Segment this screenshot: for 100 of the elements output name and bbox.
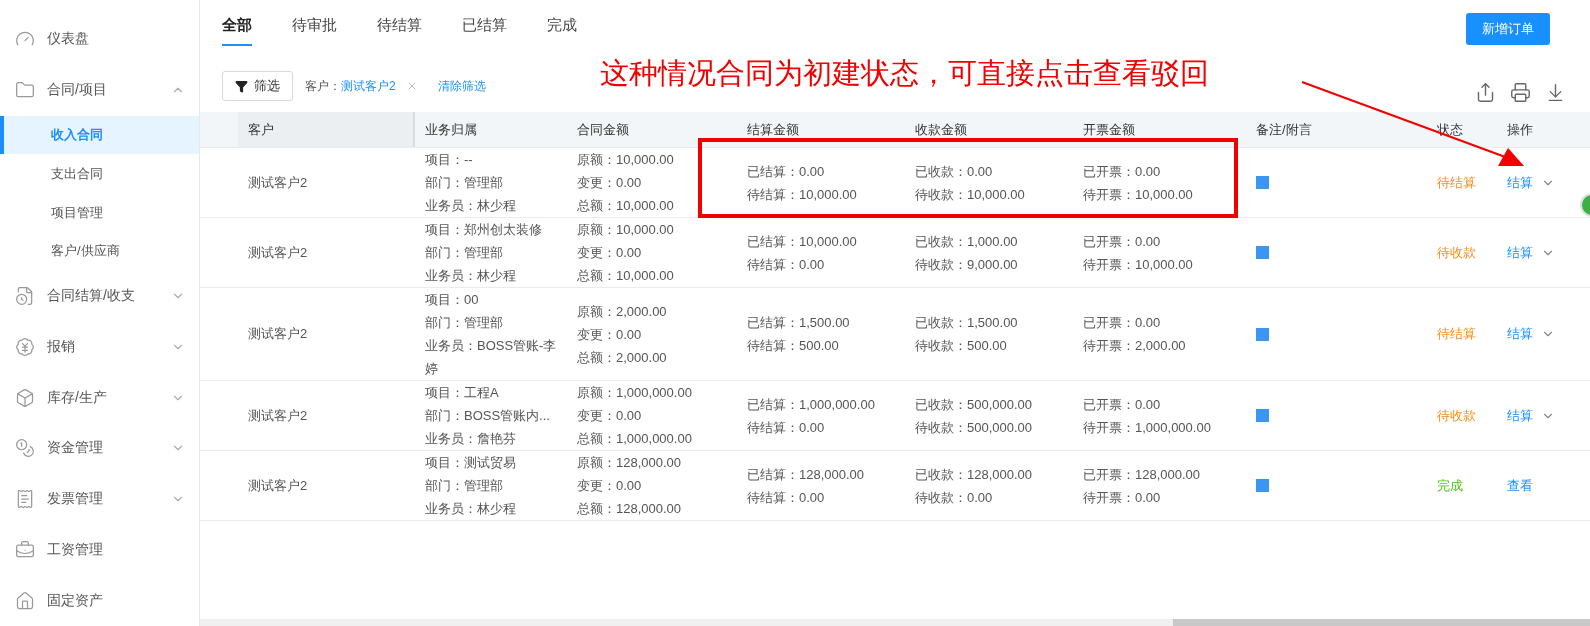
receipt-icon — [15, 489, 35, 510]
amount-line: 总额：10,000.00 — [577, 267, 675, 285]
settlement-line: 待结算：500.00 — [747, 337, 840, 355]
receipt-line: 待收款：9,000.00 — [915, 255, 1019, 274]
business-line: 业务员：BOSS管账-李婷 — [425, 337, 558, 378]
sidebar-item[interactable]: 固定资产 — [0, 575, 199, 626]
receipt-line: 待收款：500.00 — [915, 337, 1008, 355]
invoice-line: 待开票：10,000.00 — [1083, 255, 1194, 274]
settlement-line: 待结算：0.00 — [747, 488, 826, 507]
horizontal-scrollbar[interactable] — [200, 619, 1590, 626]
business-line: 业务员：林少程 — [425, 267, 517, 285]
tab[interactable]: 待审批 — [292, 12, 337, 46]
box-icon — [15, 387, 35, 408]
amount-line: 原额：2,000.00 — [577, 302, 668, 321]
print-icon[interactable] — [1510, 81, 1531, 103]
column-header: 合同金额 — [576, 120, 630, 139]
status-text: 待结算 — [1437, 325, 1477, 343]
sidebar-item[interactable]: 报销 — [0, 321, 199, 373]
customer-name: 测试客户2 — [248, 173, 309, 192]
sidebar-item[interactable]: 合同结算/收支 — [0, 270, 199, 322]
sidebar-label: 固定资产 — [47, 591, 104, 610]
amount-line: 变更：0.00 — [577, 174, 643, 192]
column-header: 开票金额 — [1082, 120, 1136, 139]
invoice-line: 待开票：10,000.00 — [1083, 185, 1194, 204]
amount-line: 变更：0.00 — [577, 407, 643, 425]
sidebar-item[interactable]: 仪表盘 — [0, 14, 199, 65]
business-line: 部门：管理部 — [425, 174, 504, 192]
amount-line: 总额：2,000.00 — [577, 348, 668, 367]
invoice-line: 已开票：0.00 — [1083, 162, 1162, 181]
customer-name: 测试客户2 — [248, 476, 309, 495]
sidebar-item[interactable]: 资金管理 — [0, 423, 199, 474]
filter-chip-value: 测试客户2 — [341, 77, 396, 95]
sidebar-label: 合同/项目 — [47, 81, 108, 100]
invoice-line: 已开票：128,000.00 — [1083, 465, 1202, 484]
sidebar-subitem[interactable]: 项目管理 — [0, 193, 199, 232]
invoice-line: 待开票：0.00 — [1083, 488, 1162, 507]
sidebar-item[interactable]: 工资管理 — [0, 524, 199, 576]
tab[interactable]: 完成 — [547, 12, 577, 46]
sidebar-label: 库存/生产 — [47, 388, 108, 407]
business-line: 项目：-- — [425, 151, 474, 169]
business-line: 项目：00 — [425, 291, 480, 309]
column-header: 备注/附言 — [1255, 120, 1313, 139]
customer-name: 测试客户2 — [248, 325, 309, 343]
settlement-line: 已结算：10,000.00 — [747, 232, 858, 251]
tab[interactable]: 已结算 — [462, 12, 507, 46]
annotation-text: 这种情况合同为初建状态，可直接点击查看驳回 — [600, 56, 1209, 91]
sidebar-item[interactable]: 库存/生产 — [0, 372, 199, 423]
receipt-line: 待收款：500,000.00 — [915, 418, 1034, 437]
note-icon[interactable] — [1256, 327, 1269, 341]
amount-line: 原额：128,000.00 — [577, 454, 683, 472]
filter-icon — [235, 79, 248, 93]
invoice-line: 已开票：0.00 — [1083, 314, 1162, 332]
house-icon — [15, 590, 35, 611]
amount-line: 总额：10,000.00 — [577, 197, 675, 215]
sidebar-label: 发票管理 — [47, 490, 104, 509]
business-line: 业务员：林少程 — [425, 197, 517, 215]
business-line: 业务员：詹艳芬 — [425, 430, 517, 448]
sidebar-item[interactable]: 发票管理 — [0, 473, 199, 525]
briefcase-icon — [15, 539, 35, 560]
business-line: 部门：管理部 — [425, 314, 504, 332]
status-text: 待收款 — [1437, 406, 1477, 425]
sidebar-label: 仪表盘 — [47, 30, 90, 49]
column-header: 操作 — [1506, 120, 1534, 139]
business-line: 项目：测试贸易 — [425, 454, 517, 472]
invoice-line: 已开票：0.00 — [1083, 395, 1162, 414]
amount-line: 原额：1,000,000.00 — [577, 384, 693, 402]
sidebar-item[interactable]: 合同/项目 — [0, 64, 199, 116]
tab[interactable]: 待结算 — [377, 12, 422, 46]
sidebar-subitem[interactable]: 支出合同 — [0, 154, 199, 194]
column-header: 结算金额 — [746, 120, 800, 139]
sidebar-label: 资金管理 — [47, 439, 104, 458]
amount-line: 原额：10,000.00 — [577, 221, 675, 239]
receipt-line: 已收款：1,500.00 — [915, 314, 1019, 332]
yen-icon — [15, 336, 35, 357]
business-line: 部门：管理部 — [425, 477, 504, 495]
settlement-line: 已结算：128,000.00 — [747, 465, 866, 484]
receipt-line: 已收款：500,000.00 — [915, 395, 1034, 414]
sidebar-label: 合同结算/收支 — [47, 287, 136, 306]
status-text: 待收款 — [1437, 243, 1477, 262]
business-line: 项目：工程A — [425, 384, 500, 402]
invoice-line: 待开票：1,000,000.00 — [1083, 418, 1212, 437]
sidebar-label: 报销 — [47, 337, 76, 356]
settlement-line: 已结算：1,500.00 — [747, 314, 851, 332]
sidebar-subitem[interactable]: 客户/供应商 — [0, 231, 199, 271]
export-icon[interactable] — [1475, 81, 1496, 103]
tab[interactable]: 全部 — [222, 12, 252, 46]
receipt-line: 已收款：0.00 — [915, 162, 994, 181]
settlement-line: 待结算：0.00 — [747, 418, 826, 437]
column-header: 收款金额 — [914, 120, 968, 139]
amount-line: 总额：128,000.00 — [577, 500, 683, 518]
invoice-line: 待开票：2,000.00 — [1083, 337, 1187, 355]
column-header: 客户 — [238, 112, 415, 147]
business-line: 部门：管理部 — [425, 244, 504, 262]
receipt-line: 待收款：0.00 — [915, 488, 994, 507]
business-line: 部门：BOSS管账内... — [425, 407, 551, 425]
receipt-line: 待收款：10,000.00 — [915, 185, 1026, 204]
filter-button[interactable]: 筛选 — [222, 71, 293, 101]
amount-line: 总额：1,000,000.00 — [577, 430, 693, 448]
business-line: 业务员：林少程 — [425, 500, 517, 518]
invoice-line: 已开票：0.00 — [1083, 232, 1162, 251]
